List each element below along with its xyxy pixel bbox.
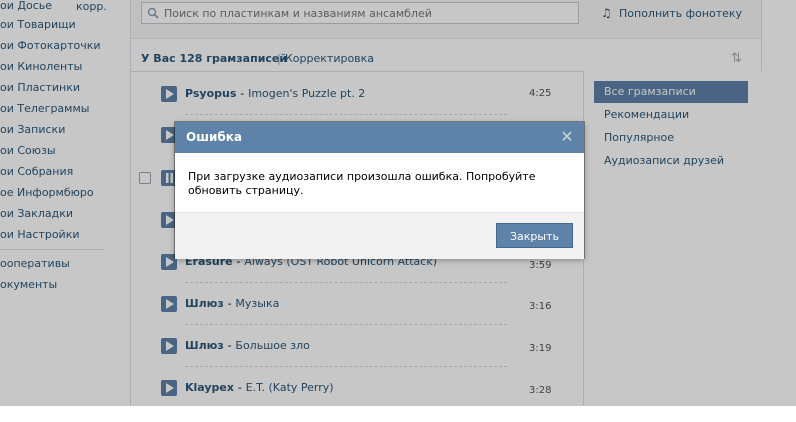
close-icon[interactable]: ✕ bbox=[559, 128, 575, 146]
error-dialog: Ошибка ✕ При загрузке аудиозаписи произо… bbox=[175, 122, 584, 259]
dialog-footer: Закрыть bbox=[175, 212, 584, 259]
close-button[interactable]: Закрыть bbox=[496, 223, 573, 248]
dialog-header: Ошибка ✕ bbox=[175, 122, 584, 153]
dialog-title: Ошибка bbox=[186, 130, 242, 144]
dialog-message: При загрузке аудиозаписи произошла ошибк… bbox=[188, 170, 536, 197]
